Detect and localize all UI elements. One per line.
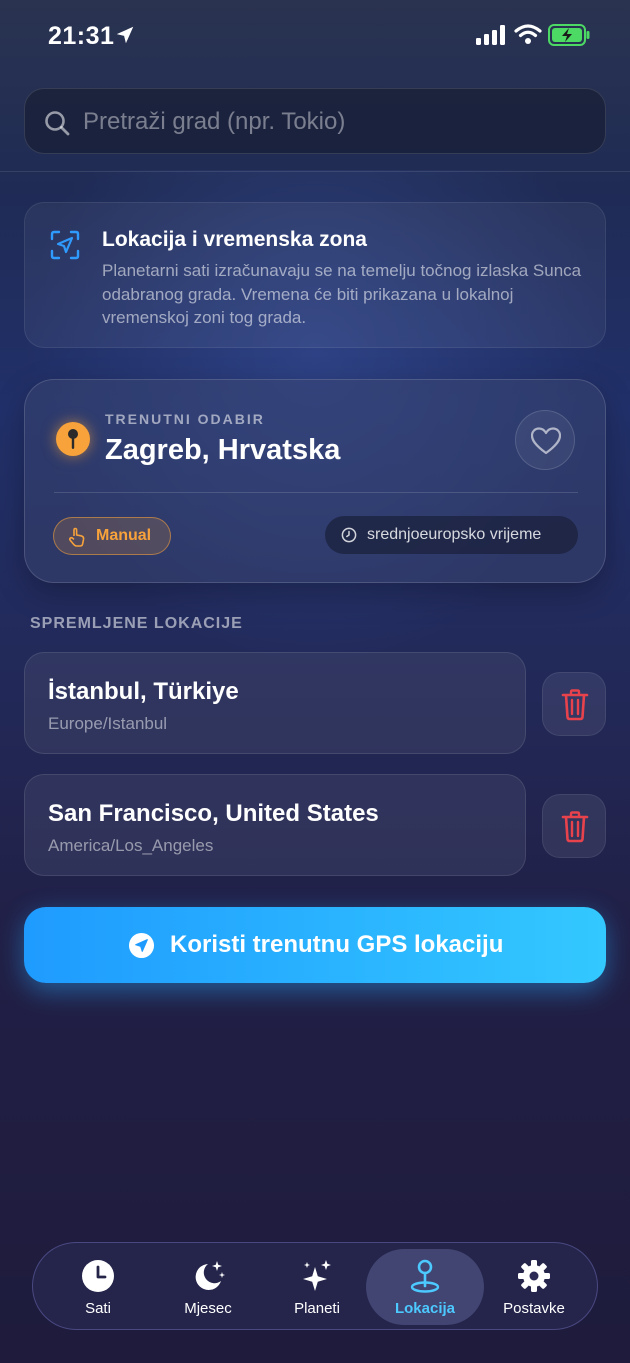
moon-stars-icon xyxy=(195,1261,225,1290)
navigation-arrow-icon xyxy=(128,932,155,959)
manual-mode-badge: Manual xyxy=(53,517,171,555)
location-focus-icon xyxy=(50,230,80,260)
saved-section-title: SPREMLJENE LOKACIJE xyxy=(30,615,243,632)
saved-location-item[interactable]: İstanbul, Türkiye Europe/Istanbul xyxy=(24,652,526,754)
tab-label: Mjesec xyxy=(184,1300,232,1317)
card-divider xyxy=(54,492,578,493)
tab-bar: Sati Mjesec Planeti Lokacija Postavke xyxy=(32,1242,598,1330)
tab-label: Sati xyxy=(85,1300,111,1317)
map-pin-icon xyxy=(68,429,78,449)
battery-charging-icon xyxy=(548,24,590,46)
timezone-label: srednjoeuropsko vrijeme xyxy=(367,526,542,543)
clock-small-icon xyxy=(341,527,357,543)
status-bar: 21:31 xyxy=(0,0,630,72)
tab-lokacija[interactable]: Lokacija xyxy=(366,1249,484,1325)
tab-planeti[interactable]: Planeti xyxy=(258,1249,376,1325)
saved-location-item[interactable]: San Francisco, United States America/Los… xyxy=(24,774,526,876)
tab-sati[interactable]: Sati xyxy=(39,1249,157,1325)
saved-location-name: San Francisco, United States xyxy=(48,800,379,827)
search-header xyxy=(0,72,630,172)
use-gps-button[interactable]: Koristi trenutnu GPS lokaciju xyxy=(24,907,606,983)
cellular-signal-icon xyxy=(476,25,505,45)
wifi-icon xyxy=(514,24,542,44)
gear-icon xyxy=(518,1260,550,1292)
sparkles-icon xyxy=(303,1260,331,1291)
search-input[interactable] xyxy=(83,89,583,155)
current-city: Zagreb, Hrvatska xyxy=(105,434,341,466)
trash-icon xyxy=(561,811,589,843)
search-icon xyxy=(45,111,70,136)
info-description: Planetarni sati izračunavaju se na temel… xyxy=(102,261,582,327)
favorite-button[interactable] xyxy=(515,410,575,470)
tab-mjesec[interactable]: Mjesec xyxy=(149,1249,267,1325)
tab-label: Planeti xyxy=(294,1300,340,1317)
saved-location-timezone: Europe/Istanbul xyxy=(48,714,168,733)
heart-icon xyxy=(531,427,561,455)
clock-icon xyxy=(82,1260,114,1292)
saved-location-name: İstanbul, Türkiye xyxy=(48,678,239,705)
search-bar[interactable] xyxy=(24,88,606,155)
hand-tap-icon xyxy=(68,527,85,547)
manual-label: Manual xyxy=(96,527,152,544)
tab-postavke[interactable]: Postavke xyxy=(475,1249,593,1325)
delete-location-button[interactable] xyxy=(542,672,606,736)
use-gps-label: Koristi trenutnu GPS lokaciju xyxy=(170,931,504,958)
tab-label: Postavke xyxy=(503,1300,565,1317)
status-time: 21:31 xyxy=(48,22,115,50)
location-pin-icon xyxy=(410,1259,440,1293)
saved-location-timezone: America/Los_Angeles xyxy=(48,836,214,855)
tab-label: Lokacija xyxy=(394,1300,456,1317)
current-kicker: TRENUTNI ODABIR xyxy=(105,411,265,427)
info-card: Lokacija i vremenska zona Planetarni sat… xyxy=(24,202,606,348)
trash-icon xyxy=(561,689,589,721)
pin-badge xyxy=(56,422,90,456)
info-title: Lokacija i vremenska zona xyxy=(102,228,367,251)
location-arrow-icon xyxy=(116,26,134,44)
timezone-badge: srednjoeuropsko vrijeme xyxy=(325,516,578,554)
current-location-card: TRENUTNI ODABIR Zagreb, Hrvatska Manual … xyxy=(24,379,606,583)
delete-location-button[interactable] xyxy=(542,794,606,858)
